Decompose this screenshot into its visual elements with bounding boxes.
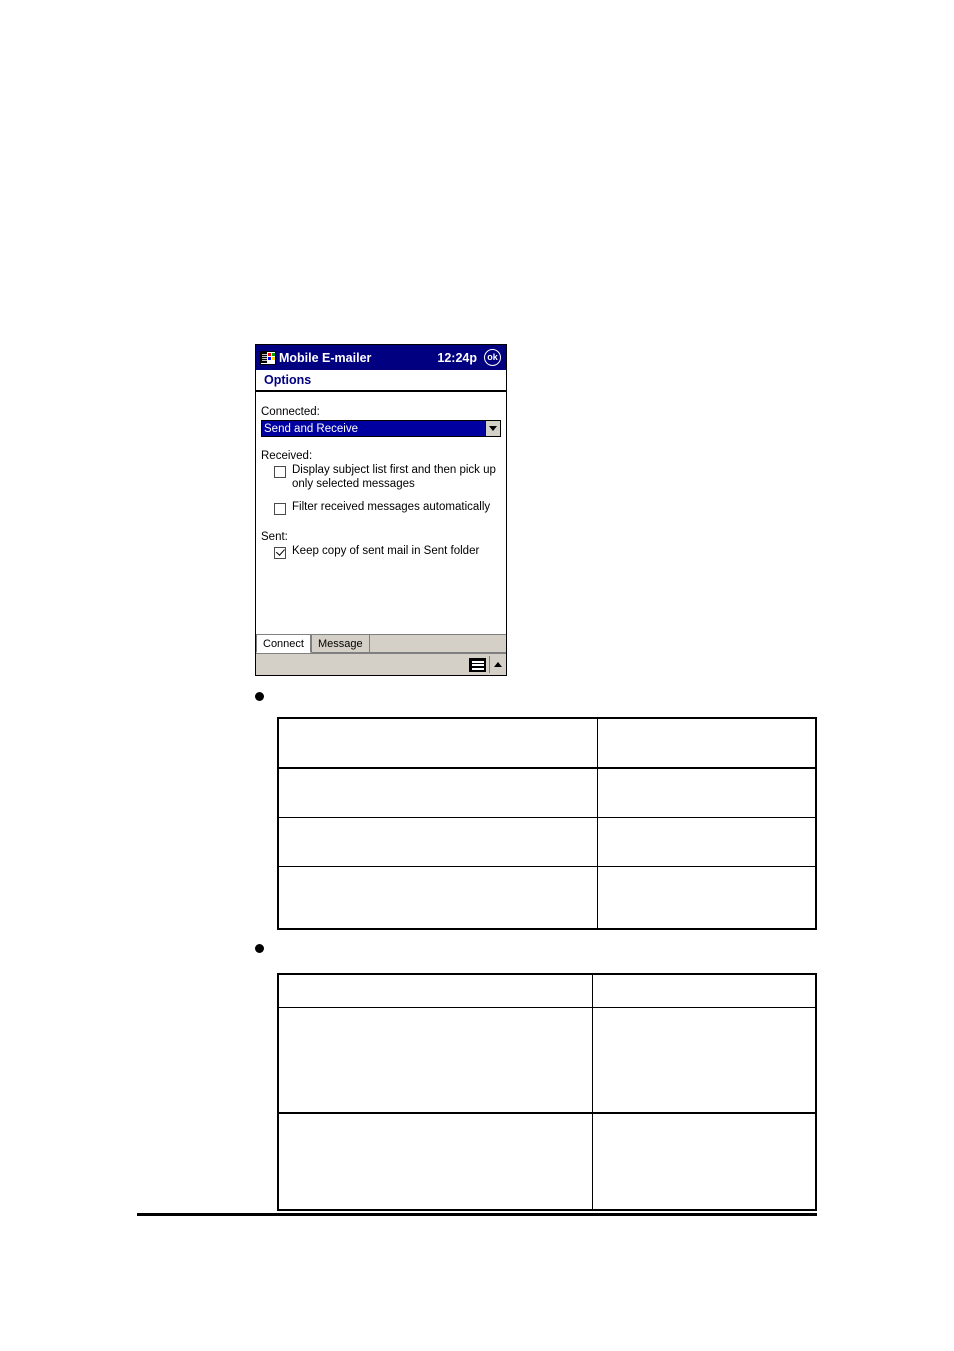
table-cell xyxy=(597,767,817,818)
ok-button[interactable]: ok xyxy=(484,349,501,366)
pda-title-bar: Mobile E-mailer 12:24p ok xyxy=(256,345,506,370)
table-cell xyxy=(277,1007,593,1114)
table-cell xyxy=(591,1112,817,1211)
pda-device-screenshot: Mobile E-mailer 12:24p ok Options Connec… xyxy=(255,344,507,676)
table-cell xyxy=(277,973,593,1008)
sent-group: Sent: Keep copy of sent mail in Sent fol… xyxy=(261,531,501,559)
table-cell xyxy=(277,1112,593,1211)
mobile-emailer-book-icon xyxy=(260,350,276,366)
table-row xyxy=(277,767,817,818)
table-cell xyxy=(277,817,599,867)
checkbox-label: Display subject list first and then pick… xyxy=(292,464,496,490)
checkbox-display-subject-list[interactable]: Display subject list first and then pick… xyxy=(274,464,501,491)
table-cell xyxy=(277,717,599,769)
footer-divider xyxy=(137,1213,817,1216)
data-table-1 xyxy=(277,717,817,930)
pda-sub-header: Options xyxy=(256,370,506,392)
connected-dropdown[interactable]: Send and Receive xyxy=(261,420,501,437)
table-cell xyxy=(597,817,817,867)
checkbox-icon[interactable] xyxy=(274,466,286,478)
pda-status-bar xyxy=(256,653,506,675)
connected-label: Connected: xyxy=(261,406,320,418)
checkbox-icon[interactable] xyxy=(274,503,286,515)
table-row xyxy=(277,973,817,1008)
tab-filler xyxy=(369,634,506,652)
table-row xyxy=(277,1007,817,1114)
table-row xyxy=(277,717,817,769)
received-label: Received: xyxy=(261,450,313,462)
checkbox-label: Filter received messages automatically xyxy=(292,501,491,513)
table-cell xyxy=(277,866,599,930)
bullet-marker xyxy=(255,692,264,701)
chevron-down-icon[interactable] xyxy=(485,421,500,436)
bullet-marker xyxy=(255,944,264,953)
pda-clock: 12:24p xyxy=(437,350,477,365)
pda-form-body: Connected: Send and Receive Received: Di… xyxy=(256,392,506,628)
keyboard-icon[interactable] xyxy=(469,657,486,672)
connected-selected-value: Send and Receive xyxy=(262,421,485,436)
checkbox-keep-copy-sent[interactable]: Keep copy of sent mail in Sent folder xyxy=(274,545,501,559)
checkbox-checked-icon[interactable] xyxy=(274,547,286,559)
page-title: Options xyxy=(264,373,312,387)
table-row xyxy=(277,1112,817,1211)
table-cell xyxy=(597,717,817,769)
table-cell xyxy=(591,973,817,1008)
table-cell xyxy=(591,1007,817,1114)
status-divider xyxy=(489,656,490,673)
checkbox-label: Keep copy of sent mail in Sent folder xyxy=(292,545,480,557)
table-row xyxy=(277,817,817,867)
table-cell xyxy=(277,767,599,818)
pda-app-title: Mobile E-mailer xyxy=(279,350,372,365)
data-table-2 xyxy=(277,973,817,1211)
table-cell xyxy=(597,866,817,930)
triangle-up-icon[interactable] xyxy=(494,662,502,667)
pda-tab-bar: Connect Message xyxy=(256,634,506,653)
checkbox-filter-received[interactable]: Filter received messages automatically xyxy=(274,501,501,515)
table-row xyxy=(277,866,817,930)
sent-label: Sent: xyxy=(261,531,288,543)
tab-message[interactable]: Message xyxy=(310,634,370,652)
tab-connect[interactable]: Connect xyxy=(256,634,311,653)
